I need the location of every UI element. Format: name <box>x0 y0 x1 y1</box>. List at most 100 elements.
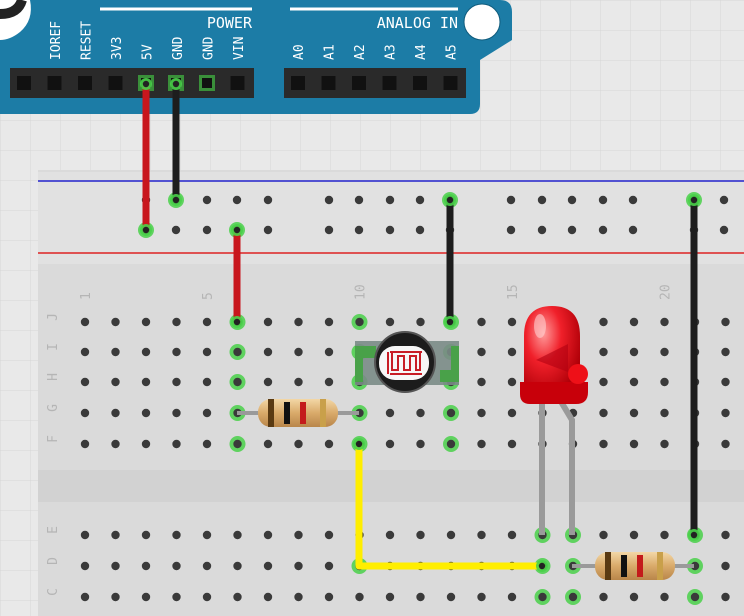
breadboard-hole[interactable] <box>80 377 90 387</box>
breadboard-hole[interactable] <box>172 439 181 449</box>
breadboard-hole[interactable] <box>599 439 608 449</box>
breadboard-hole[interactable] <box>111 408 120 418</box>
breadboard-hole[interactable] <box>629 439 639 449</box>
breadboard-hole[interactable] <box>141 439 151 449</box>
breadboard-hole[interactable] <box>111 317 120 327</box>
breadboard-hole[interactable] <box>446 530 456 540</box>
breadboard-hole[interactable] <box>477 408 486 418</box>
breadboard-hole[interactable] <box>629 530 639 540</box>
breadboard-hole[interactable] <box>80 592 90 602</box>
breadboard-hole[interactable] <box>263 347 273 357</box>
breadboard-hole[interactable] <box>202 195 212 205</box>
breadboard-hole[interactable] <box>294 347 303 357</box>
breadboard-hole[interactable] <box>172 377 181 387</box>
header-pin[interactable] <box>352 76 366 90</box>
header-pin[interactable] <box>413 76 427 90</box>
breadboard-hole[interactable] <box>202 592 212 602</box>
breadboard-hole[interactable] <box>263 530 273 540</box>
breadboard-hole[interactable] <box>263 317 273 327</box>
breadboard-hole[interactable] <box>415 195 425 205</box>
breadboard-hole[interactable] <box>355 317 364 327</box>
breadboard-hole[interactable] <box>324 439 334 449</box>
breadboard-hole[interactable] <box>172 592 181 602</box>
breadboard-hole[interactable] <box>233 561 242 571</box>
breadboard-hole[interactable] <box>141 408 151 418</box>
breadboard-hole[interactable] <box>415 225 425 235</box>
breadboard-hole[interactable] <box>171 225 181 235</box>
breadboard-hole[interactable] <box>202 439 212 449</box>
breadboard-hole[interactable] <box>721 347 730 357</box>
breadboard-hole[interactable] <box>599 408 608 418</box>
breadboard-hole[interactable] <box>354 195 364 205</box>
breadboard-hole[interactable] <box>233 439 242 449</box>
breadboard-hole[interactable] <box>567 195 577 205</box>
breadboard-hole[interactable] <box>141 530 151 540</box>
breadboard-hole[interactable] <box>599 592 608 602</box>
breadboard-hole[interactable] <box>477 347 486 357</box>
breadboard-hole[interactable] <box>172 347 181 357</box>
breadboard-hole[interactable] <box>599 530 608 540</box>
breadboard-hole[interactable] <box>324 347 334 357</box>
breadboard-hole[interactable] <box>263 225 273 235</box>
breadboard-hole[interactable] <box>446 592 456 602</box>
breadboard-hole[interactable] <box>232 195 242 205</box>
breadboard-hole[interactable] <box>690 592 700 602</box>
breadboard-hole[interactable] <box>721 561 730 571</box>
breadboard-hole[interactable] <box>660 439 669 449</box>
breadboard-hole[interactable] <box>719 195 729 205</box>
breadboard-hole[interactable] <box>111 347 120 357</box>
breadboard-hole[interactable] <box>294 561 303 571</box>
breadboard-hole[interactable] <box>80 561 90 571</box>
breadboard-hole[interactable] <box>446 439 456 449</box>
breadboard-hole[interactable] <box>233 347 242 357</box>
breadboard-hole[interactable] <box>202 530 212 540</box>
breadboard-hole[interactable] <box>233 530 242 540</box>
breadboard-hole[interactable] <box>385 530 395 540</box>
breadboard-hole[interactable] <box>719 225 729 235</box>
breadboard-hole[interactable] <box>568 592 578 602</box>
breadboard-hole[interactable] <box>233 377 242 387</box>
breadboard-hole[interactable] <box>111 530 120 540</box>
header-pin[interactable] <box>17 76 31 90</box>
breadboard-hole[interactable] <box>263 195 273 205</box>
breadboard-hole[interactable] <box>721 317 730 327</box>
breadboard-hole[interactable] <box>599 317 608 327</box>
breadboard-hole[interactable] <box>506 195 516 205</box>
breadboard-hole[interactable] <box>80 408 90 418</box>
breadboard-hole[interactable] <box>111 377 120 387</box>
breadboard-hole[interactable] <box>507 408 517 418</box>
breadboard-hole[interactable] <box>355 592 364 602</box>
breadboard-hole[interactable] <box>172 530 181 540</box>
breadboard-hole[interactable] <box>660 377 669 387</box>
breadboard-hole[interactable] <box>629 347 639 357</box>
breadboard-hole[interactable] <box>507 317 517 327</box>
breadboard-hole[interactable] <box>202 317 212 327</box>
breadboard-hole[interactable] <box>263 561 273 571</box>
breadboard-hole[interactable] <box>598 195 608 205</box>
header-pin[interactable] <box>108 76 123 90</box>
breadboard-hole[interactable] <box>111 561 120 571</box>
breadboard-hole[interactable] <box>599 347 608 357</box>
breadboard-hole[interactable] <box>660 592 669 602</box>
breadboard-hole[interactable] <box>477 439 486 449</box>
breadboard-hole[interactable] <box>507 530 517 540</box>
header-pin[interactable] <box>47 76 62 90</box>
breadboard-hole[interactable] <box>385 592 395 602</box>
breadboard-hole[interactable] <box>567 225 577 235</box>
breadboard-hole[interactable] <box>80 347 90 357</box>
breadboard-hole[interactable] <box>172 561 181 571</box>
breadboard-hole[interactable] <box>141 377 151 387</box>
breadboard-hole[interactable] <box>172 408 181 418</box>
breadboard-hole[interactable] <box>233 592 242 602</box>
breadboard-hole[interactable] <box>202 408 212 418</box>
breadboard-hole[interactable] <box>629 408 639 418</box>
header-pin[interactable] <box>291 76 305 90</box>
breadboard-hole[interactable] <box>294 530 303 540</box>
breadboard-hole[interactable] <box>294 317 303 327</box>
breadboard-hole[interactable] <box>141 317 151 327</box>
breadboard-hole[interactable] <box>80 317 90 327</box>
breadboard-hole[interactable] <box>263 592 273 602</box>
header-pin[interactable] <box>321 76 336 90</box>
breadboard-hole[interactable] <box>721 439 730 449</box>
header-pin[interactable] <box>443 76 458 90</box>
